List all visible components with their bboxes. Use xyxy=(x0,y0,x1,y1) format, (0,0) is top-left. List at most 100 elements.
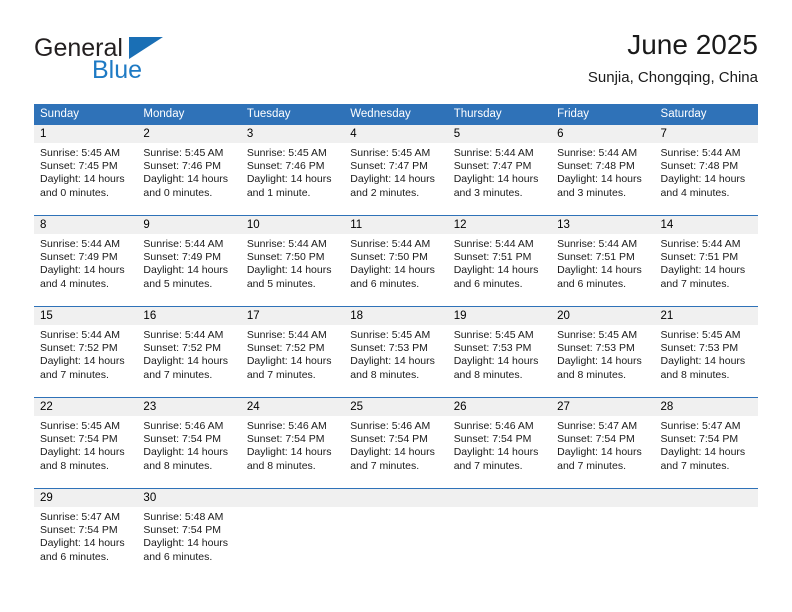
sunset-text: Sunset: 7:52 PM xyxy=(143,342,222,355)
weekday-header-monday: Monday xyxy=(143,108,185,120)
day-cell[interactable]: Sunrise: 5:45 AM Sunset: 7:45 PM Dayligh… xyxy=(34,143,137,215)
day-number[interactable]: 27 xyxy=(551,398,654,416)
day-number[interactable]: 1 xyxy=(34,125,137,143)
day-cell[interactable]: Sunrise: 5:46 AM Sunset: 7:54 PM Dayligh… xyxy=(344,416,447,488)
sunset-text: Sunset: 7:54 PM xyxy=(350,433,428,446)
day-cell[interactable]: Sunrise: 5:44 AM Sunset: 7:52 PM Dayligh… xyxy=(34,325,137,397)
calendar-week-row: 1 2 3 4 5 6 7 Sunrise: 5:45 AM Sunset: 7… xyxy=(34,124,758,215)
daylight-line2: and 7 minutes. xyxy=(660,277,730,290)
day-number[interactable]: 14 xyxy=(655,216,758,234)
day-cell[interactable]: Sunrise: 5:44 AM Sunset: 7:51 PM Dayligh… xyxy=(551,234,654,306)
day-number[interactable]: 16 xyxy=(137,307,240,325)
day-number[interactable]: 10 xyxy=(241,216,344,234)
day-cell[interactable]: Sunrise: 5:46 AM Sunset: 7:54 PM Dayligh… xyxy=(137,416,240,488)
day-number[interactable]: 18 xyxy=(344,307,447,325)
day-number[interactable]: 15 xyxy=(34,307,137,325)
day-cell[interactable]: Sunrise: 5:44 AM Sunset: 7:49 PM Dayligh… xyxy=(34,234,137,306)
day-number[interactable]: 28 xyxy=(655,398,758,416)
day-cell[interactable]: Sunrise: 5:47 AM Sunset: 7:54 PM Dayligh… xyxy=(655,416,758,488)
day-cell[interactable]: Sunrise: 5:44 AM Sunset: 7:47 PM Dayligh… xyxy=(448,143,551,215)
day-number[interactable]: 3 xyxy=(241,125,344,143)
day-number[interactable]: 24 xyxy=(241,398,344,416)
day-cell[interactable]: Sunrise: 5:44 AM Sunset: 7:50 PM Dayligh… xyxy=(241,234,344,306)
day-number[interactable]: 29 xyxy=(34,489,137,507)
day-cell[interactable]: Sunrise: 5:44 AM Sunset: 7:48 PM Dayligh… xyxy=(655,143,758,215)
day-number[interactable]: 25 xyxy=(344,398,447,416)
week-detail-band: Sunrise: 5:47 AM Sunset: 7:54 PM Dayligh… xyxy=(34,507,758,579)
daylight-line1: Daylight: 14 hours xyxy=(453,264,539,277)
weekday-header-sunday: Sunday xyxy=(40,108,80,120)
daylight-line1: Daylight: 14 hours xyxy=(453,355,539,368)
sunset-text: Sunset: 7:47 PM xyxy=(453,160,532,173)
day-cell[interactable]: Sunrise: 5:47 AM Sunset: 7:54 PM Dayligh… xyxy=(34,507,137,579)
day-cell[interactable]: Sunrise: 5:45 AM Sunset: 7:46 PM Dayligh… xyxy=(241,143,344,215)
sunset-text: Sunset: 7:54 PM xyxy=(40,433,118,446)
day-number-empty xyxy=(551,489,654,507)
sunrise-text: Sunrise: 5:44 AM xyxy=(143,238,224,250)
day-cell[interactable]: Sunrise: 5:44 AM Sunset: 7:51 PM Dayligh… xyxy=(655,234,758,306)
day-number[interactable]: 6 xyxy=(551,125,654,143)
day-cell[interactable]: Sunrise: 5:44 AM Sunset: 7:48 PM Dayligh… xyxy=(551,143,654,215)
sunrise-text: Sunrise: 5:45 AM xyxy=(350,147,431,159)
day-number[interactable]: 2 xyxy=(137,125,240,143)
sunset-text: Sunset: 7:46 PM xyxy=(143,160,222,173)
day-cell[interactable]: Sunrise: 5:44 AM Sunset: 7:50 PM Dayligh… xyxy=(344,234,447,306)
daylight-line1: Daylight: 14 hours xyxy=(557,446,642,459)
day-number[interactable]: 30 xyxy=(137,489,240,507)
day-number[interactable]: 8 xyxy=(34,216,137,234)
daylight-line2: and 7 minutes. xyxy=(453,459,523,472)
daylight-line1: Daylight: 14 hours xyxy=(40,446,125,459)
day-cell[interactable]: Sunrise: 5:45 AM Sunset: 7:53 PM Dayligh… xyxy=(551,325,654,397)
daylight-line2: and 7 minutes. xyxy=(350,459,420,472)
sunset-text: Sunset: 7:47 PM xyxy=(350,160,428,173)
daylight-line2: and 3 minutes. xyxy=(557,186,626,199)
day-number[interactable]: 4 xyxy=(344,125,447,143)
day-number[interactable]: 21 xyxy=(655,307,758,325)
daylight-line1: Daylight: 14 hours xyxy=(453,173,539,186)
sunset-text: Sunset: 7:54 PM xyxy=(246,433,325,446)
day-cell[interactable]: Sunrise: 5:45 AM Sunset: 7:53 PM Dayligh… xyxy=(344,325,447,397)
day-number[interactable]: 5 xyxy=(448,125,551,143)
day-number[interactable]: 12 xyxy=(448,216,551,234)
day-cell[interactable]: Sunrise: 5:45 AM Sunset: 7:54 PM Dayligh… xyxy=(34,416,137,488)
day-number[interactable]: 26 xyxy=(448,398,551,416)
weekday-header-thursday: Thursday xyxy=(453,108,502,120)
day-number[interactable]: 11 xyxy=(344,216,447,234)
day-cell[interactable]: Sunrise: 5:46 AM Sunset: 7:54 PM Dayligh… xyxy=(241,416,344,488)
day-number[interactable]: 7 xyxy=(655,125,758,143)
daylight-line2: and 8 minutes. xyxy=(40,459,109,472)
sunset-text: Sunset: 7:52 PM xyxy=(40,342,118,355)
day-number[interactable]: 13 xyxy=(551,216,654,234)
daylight-line2: and 8 minutes. xyxy=(143,459,213,472)
week-daynumber-band: 1 2 3 4 5 6 7 xyxy=(34,125,758,143)
day-cell[interactable]: Sunrise: 5:45 AM Sunset: 7:53 PM Dayligh… xyxy=(448,325,551,397)
sunrise-text: Sunrise: 5:44 AM xyxy=(246,329,327,341)
sunset-text: Sunset: 7:49 PM xyxy=(143,251,222,264)
day-number[interactable]: 20 xyxy=(551,307,654,325)
daylight-line1: Daylight: 14 hours xyxy=(143,446,229,459)
brand-logo[interactable]: General Blue xyxy=(34,34,254,92)
day-number[interactable]: 23 xyxy=(137,398,240,416)
sunset-text: Sunset: 7:53 PM xyxy=(557,342,635,355)
calendar-week-row: 15 16 17 18 19 20 21 Sunrise: 5:44 AM Su… xyxy=(34,306,758,397)
day-cell[interactable]: Sunrise: 5:44 AM Sunset: 7:51 PM Dayligh… xyxy=(448,234,551,306)
sunset-text: Sunset: 7:50 PM xyxy=(246,251,325,264)
calendar-table: Sunday Monday Tuesday Wednesday Thursday… xyxy=(34,104,758,579)
day-cell[interactable]: Sunrise: 5:44 AM Sunset: 7:52 PM Dayligh… xyxy=(241,325,344,397)
day-cell[interactable]: Sunrise: 5:44 AM Sunset: 7:49 PM Dayligh… xyxy=(137,234,240,306)
sunrise-text: Sunrise: 5:45 AM xyxy=(40,147,120,159)
day-cell[interactable]: Sunrise: 5:46 AM Sunset: 7:54 PM Dayligh… xyxy=(448,416,551,488)
week-detail-band: Sunrise: 5:44 AM Sunset: 7:49 PM Dayligh… xyxy=(34,234,758,306)
day-cell[interactable]: Sunrise: 5:45 AM Sunset: 7:53 PM Dayligh… xyxy=(655,325,758,397)
sunrise-text: Sunrise: 5:44 AM xyxy=(660,147,741,159)
day-cell[interactable]: Sunrise: 5:48 AM Sunset: 7:54 PM Dayligh… xyxy=(137,507,240,579)
day-cell[interactable]: Sunrise: 5:44 AM Sunset: 7:52 PM Dayligh… xyxy=(137,325,240,397)
day-cell[interactable]: Sunrise: 5:45 AM Sunset: 7:46 PM Dayligh… xyxy=(137,143,240,215)
day-number[interactable]: 9 xyxy=(137,216,240,234)
day-cell[interactable]: Sunrise: 5:47 AM Sunset: 7:54 PM Dayligh… xyxy=(551,416,654,488)
daylight-line2: and 8 minutes. xyxy=(557,368,626,381)
day-number[interactable]: 19 xyxy=(448,307,551,325)
day-number[interactable]: 22 xyxy=(34,398,137,416)
day-cell[interactable]: Sunrise: 5:45 AM Sunset: 7:47 PM Dayligh… xyxy=(344,143,447,215)
day-number[interactable]: 17 xyxy=(241,307,344,325)
